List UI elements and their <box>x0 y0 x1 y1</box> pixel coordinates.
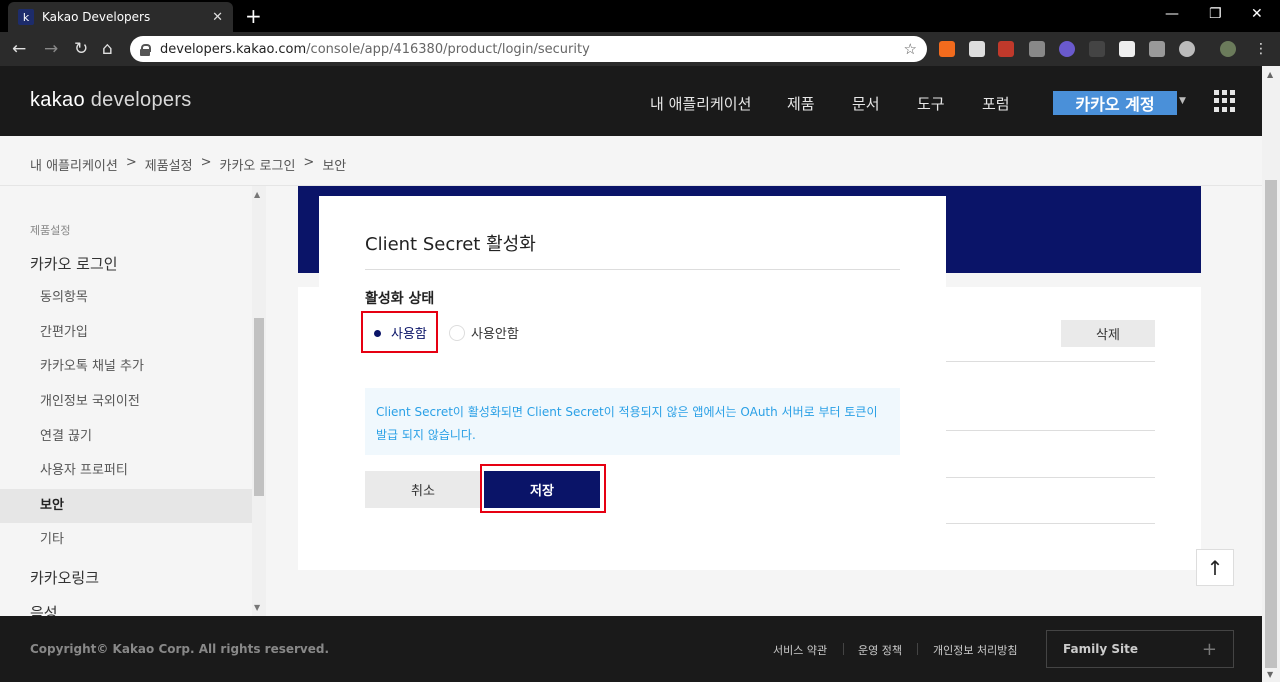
extension-icon[interactable] <box>1059 41 1075 57</box>
window-close-icon[interactable]: ✕ <box>1251 6 1263 22</box>
activation-status-label: 활성화 상태 <box>365 291 435 307</box>
highlight-annotation <box>480 464 606 513</box>
client-secret-modal: Client Secret 활성화 활성화 상태 사용함 사용안함 Client… <box>319 196 946 552</box>
modal-title: Client Secret 활성화 <box>365 234 536 255</box>
scroll-down-arrow-icon[interactable]: ▼ <box>1267 670 1273 679</box>
tab-title: Kakao Developers <box>42 10 151 24</box>
url-path: /console/app/416380/product/login/securi… <box>306 41 590 57</box>
plus-icon: + <box>1201 638 1217 660</box>
radio-option-disabled[interactable]: 사용안함 <box>449 323 519 342</box>
family-site-label: Family Site <box>1063 642 1138 656</box>
info-notice: Client Secret이 활성화되면 Client Secret이 적용되지… <box>365 388 900 455</box>
extension-icon[interactable] <box>998 41 1014 57</box>
bookmark-star-icon[interactable]: ☆ <box>904 40 917 58</box>
info-text-line: Client Secret이 활성화되면 Client Secret이 적용되지… <box>376 405 878 419</box>
back-arrow-icon[interactable]: ← <box>12 39 26 59</box>
new-tab-button[interactable]: + <box>245 6 262 26</box>
browser-tab[interactable]: k Kakao Developers ✕ <box>8 2 233 32</box>
footer: Copyright© Kakao Corp. All rights reserv… <box>0 616 1262 682</box>
kakao-favicon-icon: k <box>18 9 34 25</box>
lock-icon <box>140 43 151 56</box>
browser-tab-bar: k Kakao Developers ✕ + — ❐ ✕ <box>0 0 1280 32</box>
page-scroll-thumb[interactable] <box>1265 180 1277 668</box>
menu-kebab-icon[interactable]: ⋮ <box>1254 39 1268 59</box>
copyright-text: Copyright© Kakao Corp. All rights reserv… <box>30 642 330 656</box>
maximize-icon[interactable]: ❐ <box>1209 6 1222 22</box>
cancel-button[interactable]: 취소 <box>365 471 481 508</box>
tab-close-icon[interactable]: ✕ <box>212 10 223 25</box>
home-icon[interactable]: ⌂ <box>102 39 113 59</box>
footer-link-policy[interactable]: 운영 정책 <box>858 642 902 658</box>
reload-icon[interactable]: ↻ <box>74 39 88 59</box>
gear-icon[interactable] <box>1179 41 1195 57</box>
scroll-up-arrow-icon[interactable]: ▲ <box>1267 70 1273 79</box>
radio-label-disabled: 사용안함 <box>471 327 519 342</box>
minimize-icon[interactable]: — <box>1165 6 1179 22</box>
extension-icon[interactable] <box>1089 41 1105 57</box>
footer-link-privacy[interactable]: 개인정보 처리방침 <box>933 642 1017 658</box>
url-text: developers.kakao.com/console/app/416380/… <box>160 42 904 57</box>
footer-separator <box>843 643 844 655</box>
extension-icon[interactable] <box>1029 41 1045 57</box>
footer-separator <box>917 643 918 655</box>
forward-arrow-icon[interactable]: → <box>44 39 58 59</box>
modal-divider <box>365 269 900 270</box>
extension-icon[interactable] <box>1149 41 1165 57</box>
extension-icon[interactable] <box>939 41 955 57</box>
extension-icon[interactable] <box>969 41 985 57</box>
extension-icon[interactable] <box>1119 41 1135 57</box>
address-bar[interactable]: developers.kakao.com/console/app/416380/… <box>130 36 927 62</box>
browser-toolbar: ← → ↻ ⌂ developers.kakao.com/console/app… <box>0 32 1280 66</box>
url-host: developers.kakao.com <box>160 41 307 57</box>
family-site-select[interactable]: Family Site + <box>1046 630 1234 668</box>
info-text-line: 발급 되지 않습니다. <box>376 428 476 442</box>
radio-button-unchecked[interactable] <box>449 324 465 341</box>
footer-link-terms[interactable]: 서비스 약관 <box>773 642 827 658</box>
highlight-annotation <box>361 311 438 353</box>
profile-avatar[interactable] <box>1220 41 1236 57</box>
